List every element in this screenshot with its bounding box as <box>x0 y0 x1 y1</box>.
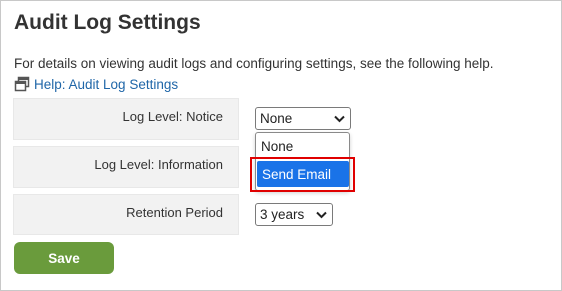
help-link-label[interactable]: Help: Audit Log Settings <box>34 77 178 92</box>
highlight-annotation-box <box>250 157 355 192</box>
window-restore-icon <box>14 76 30 92</box>
page-title: Audit Log Settings <box>14 11 201 34</box>
save-button[interactable]: Save <box>14 242 114 274</box>
setting-row-log-level-information: Log Level: Information <box>13 146 239 188</box>
help-description: For details on viewing audit logs and co… <box>14 56 494 71</box>
retention-period-select[interactable]: 3 years <box>255 203 333 226</box>
chevron-down-icon <box>331 108 347 129</box>
dropdown-option-none[interactable]: None <box>256 135 349 157</box>
setting-label: Log Level: Notice <box>122 109 223 124</box>
select-value: None <box>260 111 293 126</box>
help-link[interactable]: Help: Audit Log Settings <box>14 75 178 93</box>
setting-row-log-level-notice: Log Level: Notice <box>13 98 239 140</box>
log-level-notice-select[interactable]: None <box>255 107 351 130</box>
chevron-down-icon <box>313 204 329 225</box>
setting-row-retention-period: Retention Period <box>13 194 239 235</box>
setting-label: Log Level: Information <box>94 157 223 172</box>
audit-log-settings-panel: Audit Log Settings For details on viewin… <box>0 0 562 291</box>
select-value: 3 years <box>260 207 305 222</box>
setting-label: Retention Period <box>126 205 223 220</box>
